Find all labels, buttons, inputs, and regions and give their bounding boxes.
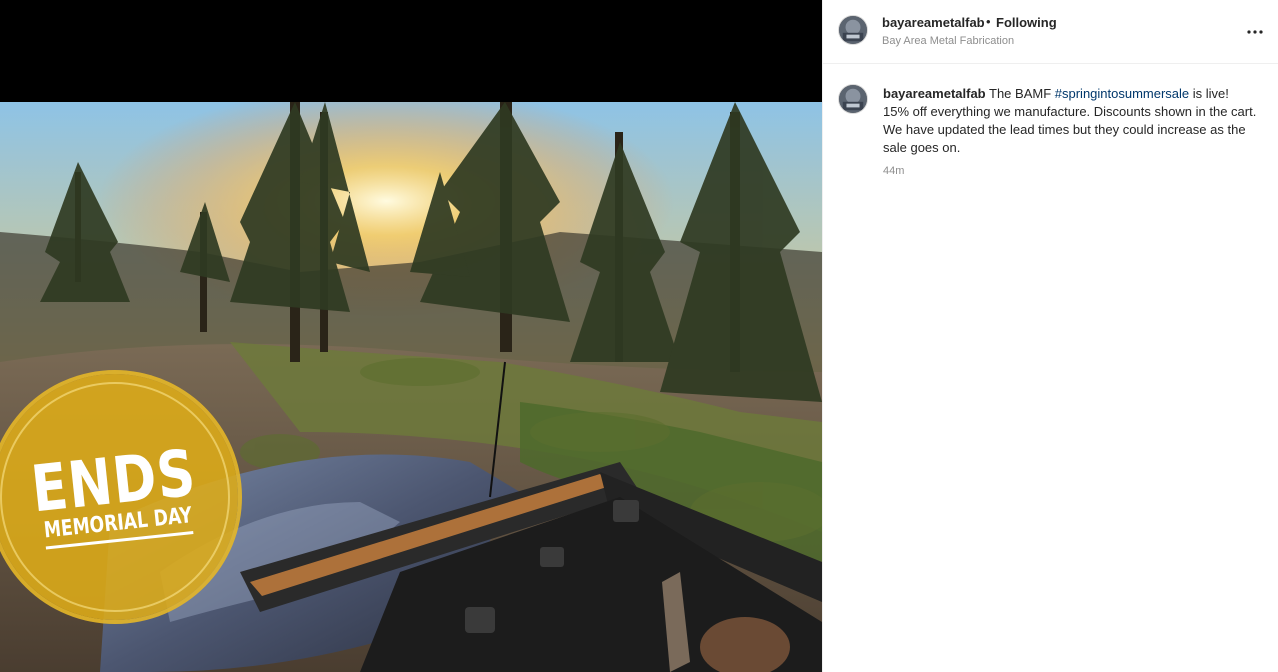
post-header: bayareametalfab • Following Bay Area Met… [823, 0, 1278, 64]
profile-subtitle[interactable]: Bay Area Metal Fabrication [882, 35, 1014, 47]
post-photo[interactable]: ENDS MEMORIAL DAY [0, 102, 822, 672]
caption-username[interactable]: bayareametalfab [883, 86, 986, 101]
caption-avatar[interactable] [838, 84, 868, 114]
caption-line-2: 15% off everything we manufacture. Disco… [883, 104, 1257, 119]
following-button[interactable]: Following [996, 15, 1057, 30]
post-media-pane: ENDS MEMORIAL DAY [0, 0, 822, 672]
separator-dot: • [986, 14, 991, 29]
avatar[interactable] [838, 15, 868, 45]
hashtag-link[interactable]: #springintosummersale [1055, 86, 1189, 101]
caption-text: The BAMF [989, 86, 1055, 101]
avatar-image [839, 16, 867, 44]
post-timestamp[interactable]: 44m [883, 165, 904, 177]
caption-text: is live! [1189, 86, 1229, 101]
caption-line-1: bayareametalfab The BAMF #springintosumm… [883, 85, 1269, 103]
header-username[interactable]: bayareametalfab [882, 15, 985, 30]
post-caption: bayareametalfab The BAMF #springintosumm… [883, 85, 1269, 157]
more-horizontal-icon [1247, 30, 1263, 34]
more-options-button[interactable] [1243, 20, 1267, 44]
caption-line-3: We have updated the lead times but they … [883, 122, 1246, 155]
post-sidebar: bayareametalfab • Following Bay Area Met… [822, 0, 1278, 672]
avatar-image [839, 85, 867, 113]
